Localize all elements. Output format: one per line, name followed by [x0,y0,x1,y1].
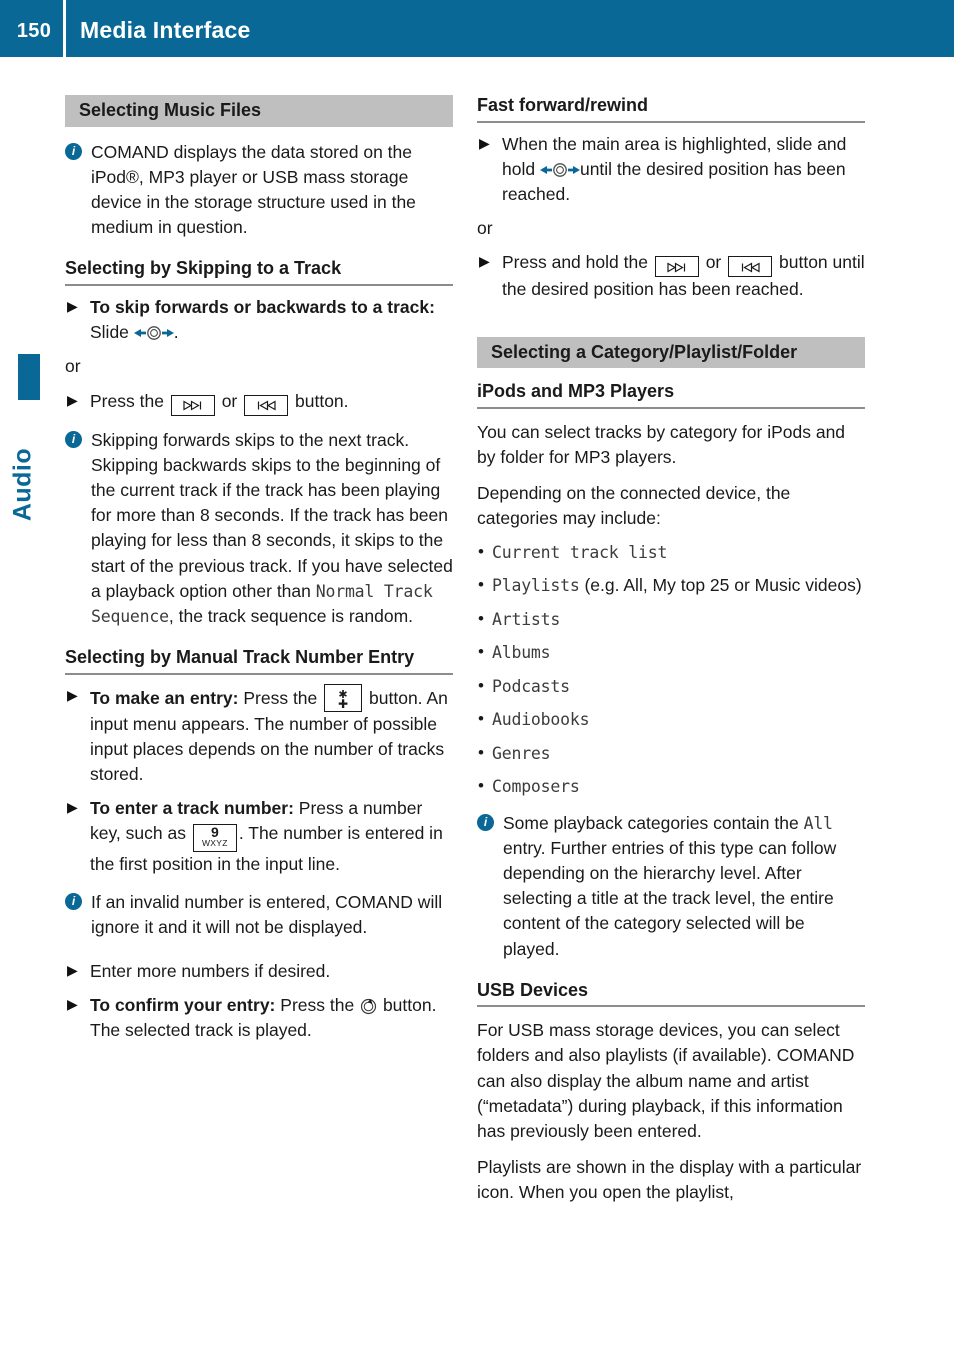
or-separator-1: or [65,356,81,377]
step-label: To enter a track number: [90,798,294,819]
left-column: Selecting Music Files i COMAND displays … [65,95,453,1044]
info-icon: i [477,813,494,831]
note-text-a: Some playback categories contain the [503,812,804,833]
list-item: Artists [477,607,865,632]
skip-forward-button-icon [170,394,215,416]
note-text: If an invalid number is entered, COMAND … [91,891,443,937]
category-list: Current track list Playlists (e.g. All, … [477,540,865,799]
category-name: Podcasts [492,676,570,696]
list-item: Audiobooks [477,707,865,732]
section-bar-selecting-category: Selecting a Category/Playlist/Folder [477,336,865,369]
step-slide-and-hold: ▶ When the main area is highlighted, sli… [477,132,865,208]
step-press-and-hold: ▶ Press and hold the or button until the… [477,250,865,302]
step-label: To make an entry: [90,687,239,708]
info-icon: i [65,892,82,910]
step-make-an-entry: ▶ To make an entry: Press the ✱ ✚ button… [65,683,453,788]
triangle-bullet-icon: ▶ [67,391,78,408]
step-enter-more-numbers: ▶ Enter more numbers if desired. [65,959,453,984]
category-name: Playlists [492,576,580,596]
note-text-a: Skipping forwards skips to the next trac… [91,429,453,601]
category-name: Audiobooks [492,710,590,730]
section-bar-selecting-music-files: Selecting Music Files [65,95,453,127]
heading-manual-track-number-entry: Selecting by Manual Track Number Entry [65,647,453,675]
step-text: Enter more numbers if desired. [90,961,331,981]
step-text-mid: or [705,252,722,273]
heading-usb-devices: USB Devices [477,980,865,1008]
page-header: 150 Media Interface [0,0,954,57]
heading-selecting-by-skipping: Selecting by Skipping to a Track [65,258,453,287]
list-item: Podcasts [477,674,865,699]
slide-left-right-controller-icon [133,323,174,341]
step-text-pre: Press and hold the [502,252,648,273]
ui-string-all: All [803,813,833,833]
step-press-skip-button: ▶ Press the or button. [65,389,453,416]
step-text-pre: Press the [280,995,355,1016]
category-suffix: (e.g. All, My top 25 or Music videos) [579,575,862,596]
step-text-post: button. [295,390,349,411]
triangle-bullet-icon: ▶ [67,298,78,315]
right-column: Fast forward/rewind ▶ When the main area… [477,95,865,1206]
note-invalid-number: i If an invalid number is entered, COMAN… [65,890,453,940]
note-comand-displays: i COMAND displays the data stored on the… [65,140,453,241]
triangle-bullet-icon: ▶ [67,962,78,978]
list-item: Playlists (e.g. All, My top 25 or Music … [477,573,865,598]
triangle-bullet-icon: ▶ [67,799,78,816]
category-name: Artists [492,609,561,629]
list-item: Current track list [477,540,865,565]
number-key-letters: WXYZ [201,838,228,849]
slide-left-right-controller-icon [539,160,580,177]
step-enter-track-number: ▶ To enter a track number: Press a numbe… [65,796,453,877]
skip-back-button-icon [244,394,289,416]
header-divider [63,0,66,57]
note-text-b: entry. Further entries of this type can … [503,837,837,959]
list-item: Composers [477,774,865,799]
info-icon: i [65,142,82,160]
step-label: To skip forwards or backwards to a track… [90,297,435,318]
paragraph-usb-1: For USB mass storage devices, you can se… [477,1020,855,1142]
triangle-bullet-icon: ▶ [67,686,78,703]
press-controller-icon [359,996,378,1015]
triangle-bullet-icon: ▶ [479,253,490,270]
step-label: To confirm your entry: [90,995,276,1016]
side-tab-marker [18,354,40,400]
svg-text:✚: ✚ [338,697,348,711]
note-skipping-behaviour: i Skipping forwards skips to the next tra… [65,428,453,630]
step-text-pre: Press the [90,390,164,411]
step-text: Slide [90,322,129,343]
triangle-bullet-icon: ▶ [67,996,78,1013]
paragraph-select-tracks: You can select tracks by category for iP… [477,421,846,467]
info-icon: i [65,430,82,448]
category-name: Albums [492,643,551,663]
or-separator-1: or [477,218,493,239]
step-text-mid: or [221,390,238,411]
note-all-entry: i Some playback categories contain the Al… [477,811,865,962]
page-number: 150 [16,20,52,42]
page-title: Media Interface [80,17,251,43]
side-tab-label: Audio [8,447,37,522]
note-text-b: , the track sequence is random. [168,605,414,626]
note-text: COMAND displays the data stored on the i… [91,141,416,238]
list-item: Albums [477,640,865,665]
star-key-button-icon: ✱ ✚ [324,683,363,712]
triangle-bullet-icon: ▶ [479,134,490,151]
number-key-9-button-icon: 9 WXYZ [192,824,237,853]
category-name: Composers [492,777,580,797]
list-item: Genres [477,741,865,766]
step-skip-track: ▶ To skip forwards or backwards to a tra… [67,297,435,343]
skip-forward-button-icon [654,256,699,278]
category-name: Genres [492,743,551,763]
step-text-pre: Press the [243,687,318,708]
heading-fast-forward-rewind: Fast forward/rewind [477,95,865,123]
category-name: Current track list [492,542,668,562]
paragraph-usb-2: Playlists are shown in the display with … [477,1157,862,1203]
heading-ipods-mp3-players: iPods and MP3 Players [477,381,865,409]
paragraph-depending-device: Depending on the connected device, the c… [477,483,791,529]
step-confirm-entry: ▶ To confirm your entry: Press the butto… [65,993,453,1043]
skip-back-button-icon [728,256,773,278]
